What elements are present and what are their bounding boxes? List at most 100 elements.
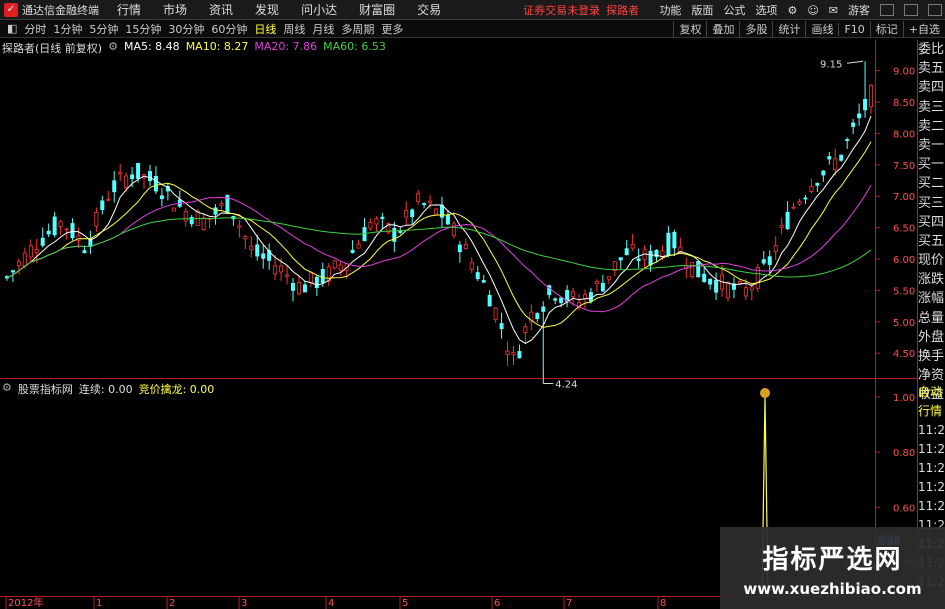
candle-body xyxy=(106,198,111,201)
candle-body xyxy=(338,264,343,271)
candle-body xyxy=(791,206,796,209)
watermark-title: 指标严选网 xyxy=(762,545,903,575)
candle-body xyxy=(28,245,33,258)
ma60-label: MA60: 6.53 xyxy=(323,40,386,53)
candle-body xyxy=(457,244,462,253)
candle-body xyxy=(851,122,856,127)
candle-body xyxy=(588,292,593,302)
candle-body xyxy=(714,280,719,293)
candle-body xyxy=(636,258,641,262)
candle-body xyxy=(439,204,444,218)
high-marker-arrow xyxy=(846,60,864,64)
y-tick-label: 7.00 xyxy=(893,192,915,203)
low-price-label: 4.24 xyxy=(555,379,577,390)
candle-body xyxy=(159,195,164,200)
ma20-label: MA20: 7.86 xyxy=(254,40,318,53)
side-item: 卖五 xyxy=(918,61,945,77)
candle-body xyxy=(630,244,635,249)
side-item: 卖二 xyxy=(918,118,945,134)
candle-body xyxy=(243,236,248,240)
signal-marker-icon xyxy=(760,388,770,398)
y-tick-label: 6.50 xyxy=(893,224,915,235)
candle-body xyxy=(410,209,415,218)
candle-body xyxy=(767,256,772,265)
candle-body xyxy=(845,139,850,141)
side-item: 外盘 xyxy=(918,329,945,345)
indicator-settings-icon[interactable]: ⚙ xyxy=(2,381,12,397)
candle-body xyxy=(535,313,540,320)
indicator-name[interactable]: 股票指标网 xyxy=(18,381,73,397)
ma60-line xyxy=(6,217,872,279)
side-item: 卖一 xyxy=(918,137,945,153)
candle-body xyxy=(136,162,141,179)
candle-body xyxy=(58,221,63,227)
candle-body xyxy=(803,197,808,200)
candle-body xyxy=(368,221,373,229)
candle-body xyxy=(249,245,254,251)
candle-body xyxy=(475,272,480,280)
candle-body xyxy=(302,284,307,293)
candle-body xyxy=(34,249,39,253)
y-tick-label: 6.00 xyxy=(893,255,915,266)
y-tick-label: 7.50 xyxy=(893,161,915,172)
side-item: 卖三 xyxy=(918,99,945,115)
candle-body xyxy=(499,323,504,330)
candle-body xyxy=(255,244,260,257)
x-tick-label: 1 xyxy=(96,598,102,609)
ind-tick-label: 1.00 xyxy=(893,393,915,404)
ma5-line xyxy=(6,115,872,344)
candle-body xyxy=(422,203,427,206)
candle-body xyxy=(296,282,301,295)
candle-body xyxy=(130,174,135,180)
candle-body xyxy=(505,350,510,356)
stock-label: 探路者(日线 前复权) xyxy=(2,42,103,55)
kline-chart[interactable]: 9.00 8.50 8.00 7.50 7.00 6.50 6.00 5.50 5.00 4.50… xyxy=(0,0,945,609)
candle-body xyxy=(463,243,468,250)
ma5-label: MA5: 8.48 xyxy=(123,40,180,53)
side-item: 总量 xyxy=(918,310,945,326)
candle-body xyxy=(183,210,188,222)
side-lower-item: 11:29 xyxy=(918,499,945,513)
candle-body xyxy=(779,225,784,228)
candle-body xyxy=(541,306,546,312)
candle-body xyxy=(797,201,802,205)
side-lower-item: 11:29 xyxy=(918,480,945,494)
side-lower-item: 11:29 xyxy=(918,461,945,475)
candle-body xyxy=(618,257,623,261)
candle-body xyxy=(112,180,117,193)
candle-body xyxy=(100,200,105,211)
candle-body xyxy=(428,200,433,204)
candle-body xyxy=(743,287,748,297)
candle-body xyxy=(833,158,838,170)
side-lower-item: 行情 xyxy=(918,404,943,418)
candle-body xyxy=(594,281,599,284)
candle-body xyxy=(672,231,677,249)
candle-body xyxy=(64,228,69,231)
ma-settings-icon[interactable]: ⚙ xyxy=(108,40,118,56)
candle-body xyxy=(487,294,492,307)
candle-body xyxy=(469,262,474,270)
side-item: 买五 xyxy=(918,233,945,249)
candle-body xyxy=(291,283,296,291)
x-tick-label: 2012年 xyxy=(8,596,43,609)
candle-body xyxy=(559,297,564,304)
quote-side-panel: 委比 卖五 卖四 卖三 卖二 卖一 买一 买二 买三 买四 买五 现价 涨跌 涨幅 总量 外盘 换手 净资 收益 xyxy=(918,40,945,405)
high-price-label: 9.15 xyxy=(820,59,842,70)
candle-body xyxy=(553,298,558,301)
x-tick-label: 2 xyxy=(169,598,175,609)
candle-body xyxy=(356,243,361,249)
candle-body xyxy=(10,270,15,273)
candle-body xyxy=(690,261,695,278)
indicator-header: ⚙ 股票指标网 连续: 0.00 竞价擒龙: 0.00 xyxy=(2,381,220,397)
candle-body xyxy=(863,98,868,111)
candle-body xyxy=(153,175,158,192)
candle-body xyxy=(696,261,701,278)
candle-body xyxy=(481,280,486,283)
candle-body xyxy=(332,260,337,269)
candle-body xyxy=(839,154,844,161)
side-item: 买四 xyxy=(918,214,945,230)
candle-body xyxy=(445,214,450,225)
candle-body xyxy=(201,217,206,231)
candle-body xyxy=(648,250,653,266)
side-lower-item: 11:29 xyxy=(918,423,945,437)
